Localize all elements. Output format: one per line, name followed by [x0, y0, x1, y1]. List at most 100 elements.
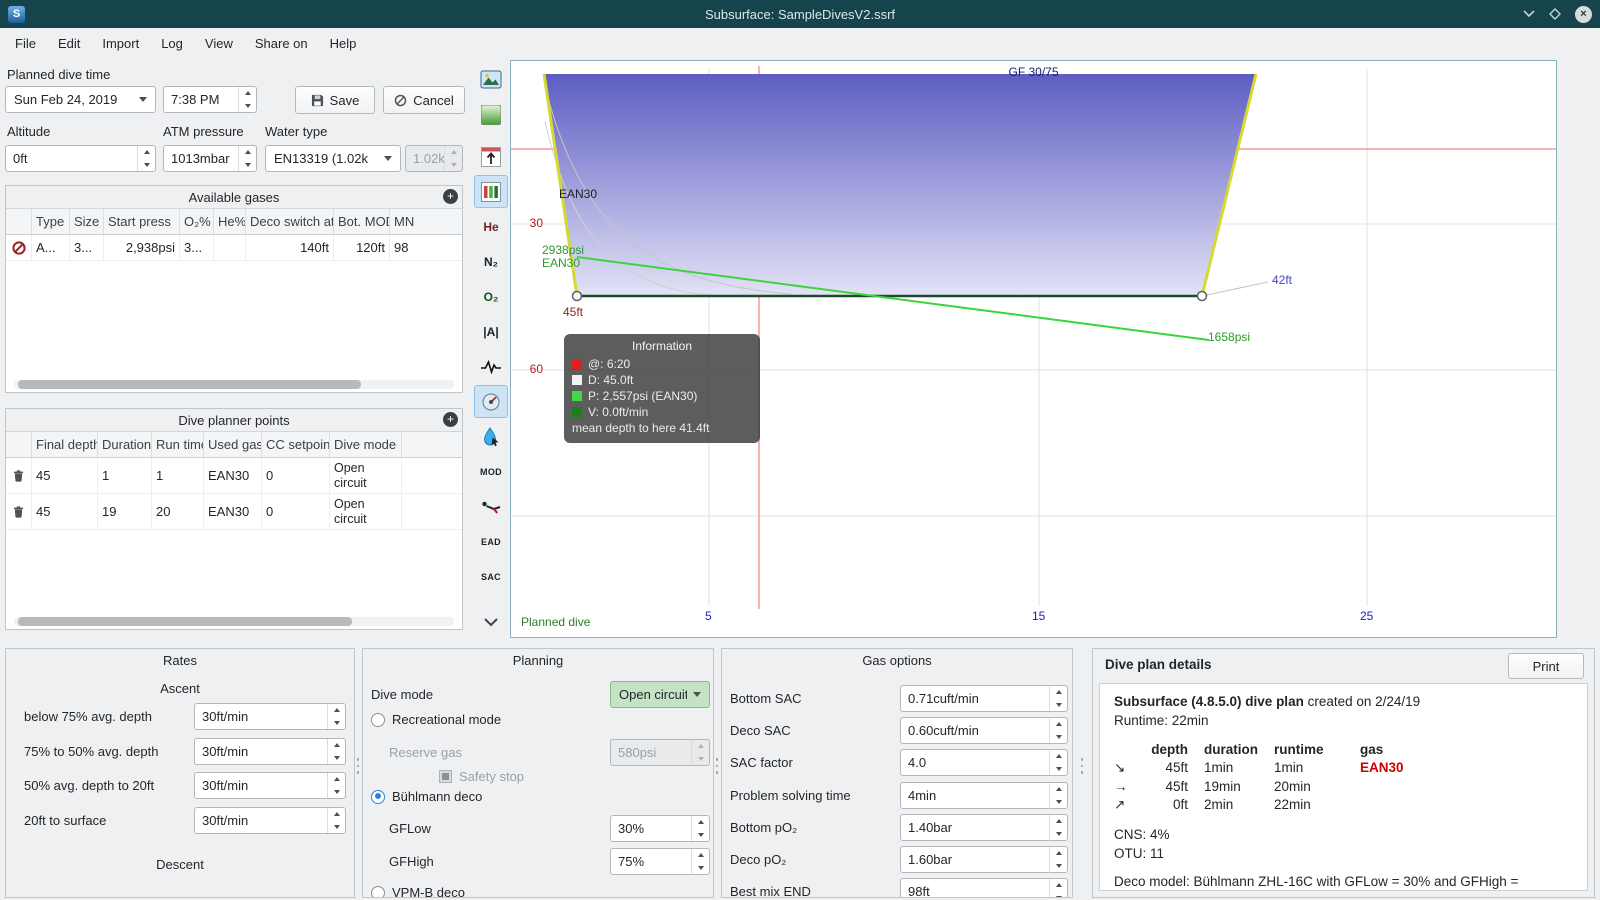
gases-header-type[interactable]: Type — [32, 209, 70, 235]
points-header-run-time[interactable]: Run time — [152, 432, 204, 458]
spin-down-icon[interactable] — [328, 786, 345, 799]
spin-down-icon[interactable] — [1050, 731, 1067, 744]
spin-down-icon[interactable] — [328, 752, 345, 765]
spin-up-icon[interactable] — [328, 773, 345, 786]
gases-header-mnd[interactable]: MN — [390, 209, 462, 235]
dive-profile-chart[interactable]: GF 30/75 30 60 5 15 25 EAN30 2938psi EAN… — [510, 60, 1557, 638]
spin-down-icon[interactable] — [1050, 892, 1067, 897]
tissue-saturation-button[interactable] — [474, 98, 508, 131]
menu-log[interactable]: Log — [150, 31, 194, 56]
cancel-button[interactable]: Cancel — [383, 86, 465, 114]
spin-down-icon[interactable] — [1050, 699, 1067, 712]
points-header-cc-setpoint[interactable]: CC setpoint — [262, 432, 330, 458]
tank-bar-button[interactable] — [474, 175, 508, 208]
menu-import[interactable]: Import — [91, 31, 150, 56]
show-photos-button[interactable] — [474, 63, 508, 96]
add-point-button[interactable]: + — [443, 412, 458, 427]
ascent-rate-spinbox-2[interactable]: 30ft/min — [194, 738, 346, 765]
spin-up-icon[interactable] — [692, 816, 709, 829]
menu-edit[interactable]: Edit — [47, 31, 91, 56]
sac-button[interactable]: SAC — [474, 560, 508, 593]
profile-handle-end[interactable] — [1196, 290, 1208, 302]
spin-down-icon[interactable] — [692, 829, 709, 842]
bottom-po2-spinbox[interactable]: 1.40bar — [900, 814, 1068, 841]
gases-row[interactable]: A... 3... 2,938psi 3... 140ft 120ft 98 — [6, 235, 462, 261]
points-header-duration[interactable]: Duration — [98, 432, 152, 458]
scroll-down-button[interactable] — [474, 606, 508, 639]
spin-up-icon[interactable] — [1050, 879, 1067, 892]
dive-time-spinbox[interactable]: 7:38 PM — [163, 86, 257, 113]
pp-nitrogen-button[interactable]: N₂ — [474, 245, 508, 278]
spin-up-icon[interactable] — [138, 146, 155, 159]
gfhigh-spinbox[interactable]: 75% — [610, 848, 710, 875]
spin-up-icon[interactable] — [328, 808, 345, 821]
menu-view[interactable]: View — [194, 31, 244, 56]
ruler-button[interactable] — [474, 385, 508, 418]
splitter-handle[interactable] — [714, 758, 720, 774]
spin-up-icon[interactable] — [239, 146, 256, 159]
ascent-rate-spinbox-1[interactable]: 30ft/min — [194, 703, 346, 730]
text-labels-button[interactable]: |A| — [474, 315, 508, 348]
bottom-sac-spinbox[interactable]: 0.71cuft/min — [900, 685, 1068, 712]
gases-header-size[interactable]: Size — [70, 209, 104, 235]
gases-header-o2[interactable]: O₂% — [180, 209, 214, 235]
points-header-final-depth[interactable]: Final depth — [32, 432, 98, 458]
deco-po2-spinbox[interactable]: 1.60bar — [900, 846, 1068, 873]
spin-down-icon[interactable] — [1050, 860, 1067, 873]
close-icon[interactable]: × — [1575, 5, 1592, 23]
problem-solving-time-spinbox[interactable]: 4min — [900, 782, 1068, 809]
maximize-icon[interactable] — [1549, 8, 1561, 20]
ascent-rate-spinbox-3[interactable]: 30ft/min — [194, 772, 346, 799]
points-header-used-gas[interactable]: Used gas — [204, 432, 262, 458]
profile-handle-start[interactable] — [571, 290, 583, 302]
dive-mode-combobox[interactable]: Open circuit — [610, 681, 710, 708]
water-salinity-button[interactable] — [474, 420, 508, 453]
points-header-dive-mode[interactable]: Dive mode — [330, 432, 402, 458]
delete-point-icon[interactable] — [6, 458, 32, 494]
pp-oxygen-button[interactable]: O₂ — [474, 280, 508, 313]
delete-gas-icon[interactable] — [6, 235, 32, 261]
recreational-mode-radio[interactable]: Recreational mode — [371, 712, 501, 727]
gases-header-bot-mod[interactable]: Bot. MOD — [334, 209, 390, 235]
spin-down-icon[interactable] — [239, 100, 256, 113]
spin-up-icon[interactable] — [328, 704, 345, 717]
menu-help[interactable]: Help — [319, 31, 368, 56]
spin-down-icon[interactable] — [138, 159, 155, 172]
spin-down-icon[interactable] — [239, 159, 256, 172]
best-mix-end-spinbox[interactable]: 98ft — [900, 878, 1068, 897]
spin-up-icon[interactable] — [1050, 847, 1067, 860]
atm-pressure-spinbox[interactable]: 1013mbar — [163, 145, 257, 172]
points-row-1[interactable]: 45 1 1 EAN30 0 Open circuit — [6, 458, 462, 494]
gases-header-deco-switch[interactable]: Deco switch at — [246, 209, 334, 235]
spin-up-icon[interactable] — [1050, 783, 1067, 796]
print-button[interactable]: Print — [1508, 653, 1584, 679]
spin-up-icon[interactable] — [692, 849, 709, 862]
gases-header-he[interactable]: He% — [214, 209, 246, 235]
water-type-combobox[interactable]: EN13319 (1.02k — [265, 145, 401, 172]
menu-share-on[interactable]: Share on — [244, 31, 319, 56]
spin-down-icon[interactable] — [692, 862, 709, 875]
splitter-handle[interactable] — [1079, 758, 1085, 774]
spin-up-icon[interactable] — [1050, 686, 1067, 699]
sac-factor-spinbox[interactable]: 4.0 — [900, 749, 1068, 776]
spin-up-icon[interactable] — [1050, 815, 1067, 828]
spin-down-icon[interactable] — [328, 717, 345, 730]
ascent-rate-spinbox-4[interactable]: 30ft/min — [194, 807, 346, 834]
minimize-icon[interactable] — [1523, 10, 1535, 18]
spin-down-icon[interactable] — [1050, 763, 1067, 776]
spin-down-icon[interactable] — [328, 821, 345, 834]
vpmb-deco-radio[interactable]: VPM-B deco — [371, 885, 465, 897]
calculated-ceiling-button[interactable] — [474, 140, 508, 173]
spin-up-icon[interactable] — [1050, 718, 1067, 731]
menu-file[interactable]: File — [4, 31, 47, 56]
gases-header-start-press[interactable]: Start press — [104, 209, 180, 235]
spin-up-icon[interactable] — [239, 87, 256, 100]
altitude-spinbox[interactable]: 0ft — [5, 145, 156, 172]
spin-down-icon[interactable] — [1050, 828, 1067, 841]
diver-button[interactable] — [474, 490, 508, 523]
deco-sac-spinbox[interactable]: 0.60cuft/min — [900, 717, 1068, 744]
buhlmann-deco-radio[interactable]: Bühlmann deco — [371, 789, 482, 804]
add-gas-button[interactable]: + — [443, 189, 458, 204]
spin-up-icon[interactable] — [1050, 750, 1067, 763]
pp-helium-button[interactable]: He — [474, 210, 508, 243]
